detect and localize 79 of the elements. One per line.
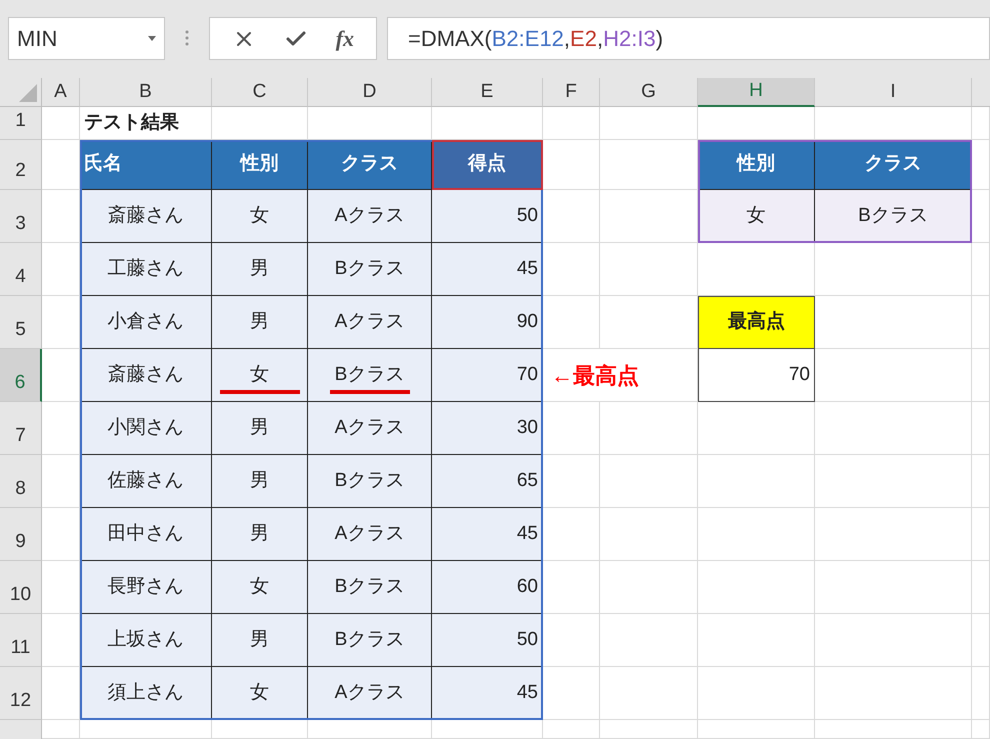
table-cell-text: Aクラス — [334, 310, 404, 334]
column-heading: クラス — [341, 152, 398, 176]
row-header[interactable]: 6 — [0, 349, 42, 402]
table-cell-text: 45 — [516, 522, 538, 546]
table-cell-text: Bクラス — [334, 362, 404, 387]
table-cell-text: 70 — [516, 362, 538, 387]
table-cell-text: 田中さん — [108, 522, 184, 546]
table-cell-text: Aクラス — [334, 204, 404, 228]
annotation-text: ←最高点 — [551, 362, 639, 390]
table-cell-text: 70 — [788, 362, 810, 387]
sheet-title: テスト結果 — [84, 110, 179, 135]
table-cell-text: 45 — [516, 680, 538, 705]
table-cell-text: Bクラス — [334, 628, 404, 652]
column-header[interactable]: D — [308, 78, 432, 107]
row-header[interactable]: 11 — [0, 614, 42, 667]
column-header[interactable]: F — [543, 78, 600, 107]
table-cell-text: 90 — [516, 310, 538, 334]
column-heading: 性別 — [737, 152, 775, 176]
table-cell-text: Aクラス — [334, 680, 404, 705]
table-cell-text: 50 — [516, 204, 538, 228]
table-cell-text: 女 — [250, 362, 269, 387]
table-cell-text: 30 — [516, 416, 538, 440]
row-header[interactable]: 5 — [0, 296, 42, 349]
name-box[interactable]: MIN — [8, 17, 165, 60]
table-cell-text: Bクラス — [858, 204, 928, 228]
column-heading: 性別 — [240, 152, 278, 176]
row-header[interactable]: 4 — [0, 243, 42, 296]
table-cell-text: 小関さん — [108, 416, 184, 440]
table-cell-text: 女 — [250, 680, 269, 705]
table-cell-text: 男 — [250, 628, 269, 652]
row-header[interactable]: 7 — [0, 402, 42, 455]
table-cell-text: 男 — [250, 522, 269, 546]
row-header[interactable]: 3 — [0, 190, 42, 243]
table-cell-text: 男 — [250, 256, 269, 281]
caret-icon — [148, 36, 156, 41]
column-header[interactable]: G — [600, 78, 698, 107]
table-cell-text: 男 — [250, 416, 269, 440]
table-cell-text: 小倉さん — [108, 310, 184, 334]
column-header[interactable]: E — [432, 78, 543, 107]
formula-field[interactable]: =DMAX(B2:E12,E2,H2:I3) — [387, 17, 990, 60]
table-cell-text: Bクラス — [334, 574, 404, 599]
table-cell-text: 男 — [250, 310, 269, 334]
result-label: 最高点 — [728, 310, 785, 334]
table-cell-text: 女 — [250, 204, 269, 228]
table-cell-text: 斎藤さん — [108, 204, 184, 228]
table-cell-text: 女 — [250, 574, 269, 599]
table-cell-text: 須上さん — [108, 680, 184, 705]
row-header[interactable]: 9 — [0, 508, 42, 561]
table-cell-text: 佐藤さん — [108, 468, 184, 493]
table-cell-text: 工藤さん — [108, 256, 184, 281]
column-header[interactable]: A — [42, 78, 80, 107]
table-cell-text: 女 — [746, 204, 766, 228]
column-header[interactable]: B — [80, 78, 212, 107]
function-button[interactable]: fx — [336, 22, 354, 55]
table-cell-text: 50 — [516, 628, 538, 652]
table-cell-text: Bクラス — [334, 256, 404, 281]
table-cell-text: Aクラス — [334, 416, 404, 440]
row-header[interactable]: 12 — [0, 667, 42, 720]
table-cell-text: 上坂さん — [108, 628, 184, 652]
row-header[interactable]: 1 — [0, 107, 42, 140]
drag-handle-icon[interactable] — [185, 30, 189, 46]
table-cell-text: 斎藤さん — [108, 362, 184, 387]
table-cell-text: 60 — [516, 574, 538, 599]
row-header[interactable]: 10 — [0, 561, 42, 614]
row-header[interactable]: 2 — [0, 140, 42, 190]
table-cell-text: 45 — [516, 256, 538, 281]
column-header[interactable]: H — [698, 78, 815, 107]
column-heading: 得点 — [468, 152, 506, 176]
table-cell-text: 長野さん — [108, 574, 184, 599]
row-header[interactable]: 8 — [0, 455, 42, 508]
column-header[interactable]: I — [815, 78, 972, 107]
table-cell-text: 男 — [250, 468, 269, 493]
select-all-icon[interactable] — [19, 84, 37, 102]
column-header[interactable]: C — [212, 78, 308, 107]
table-cell-text: Aクラス — [334, 522, 404, 546]
table-cell-text: Bクラス — [334, 468, 404, 493]
column-heading: クラス — [864, 152, 922, 176]
table-cell-text: 65 — [516, 468, 538, 493]
column-heading: 氏名 — [84, 152, 122, 176]
